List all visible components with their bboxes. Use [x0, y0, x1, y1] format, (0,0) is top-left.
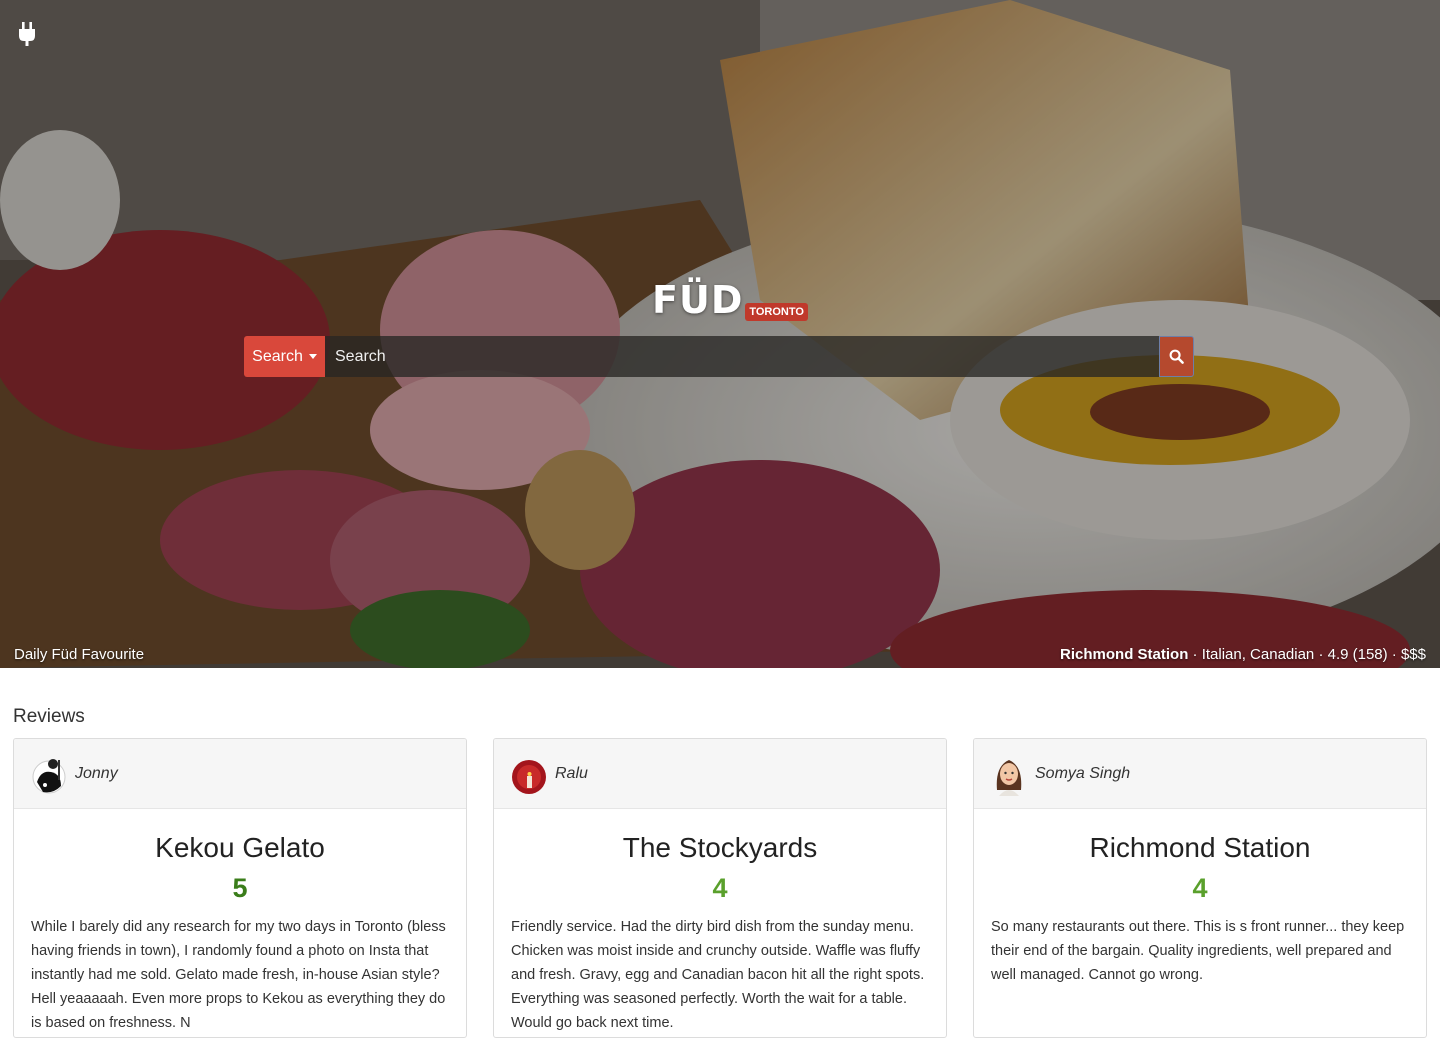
review-card-body: Richmond Station 4 So many restaurants o…	[974, 809, 1426, 987]
review-card[interactable]: Jonny Kekou Gelato 5 While I barely did …	[13, 738, 467, 1038]
avatar[interactable]	[31, 752, 67, 796]
reviews-heading: Reviews	[13, 706, 85, 727]
avatar[interactable]	[991, 752, 1027, 796]
search-type-dropdown[interactable]: Search	[244, 336, 325, 377]
daily-favourite-label: Daily Füd Favourite	[14, 646, 145, 663]
review-card-header: Somya Singh	[974, 739, 1426, 809]
search-input[interactable]	[325, 336, 1159, 377]
review-card[interactable]: Ralu The Stockyards 4 Friendly service. …	[493, 738, 947, 1038]
featured-restaurant-info: Richmond Station · Italian, Canadian · 4…	[1060, 646, 1426, 663]
hero-banner: FÜD TORONTO Search Daily Füd Favourite R…	[0, 0, 1440, 668]
review-card-body: Kekou Gelato 5 While I barely did any re…	[14, 809, 466, 1035]
avatar[interactable]	[511, 752, 547, 796]
review-restaurant-name[interactable]: Richmond Station	[991, 831, 1409, 865]
review-restaurant-name[interactable]: The Stockyards	[511, 831, 929, 865]
featured-restaurant-details: · Italian, Canadian · 4.9 (158) · $$$	[1188, 646, 1426, 663]
plug-icon[interactable]	[18, 22, 36, 46]
review-username[interactable]: Somya Singh	[1035, 765, 1130, 783]
review-text: Friendly service. Had the dirty bird dis…	[511, 919, 925, 1031]
review-rating: 4	[1192, 873, 1208, 903]
review-restaurant-name[interactable]: Kekou Gelato	[31, 831, 449, 865]
review-username[interactable]: Jonny	[75, 765, 118, 783]
review-username[interactable]: Ralu	[555, 765, 588, 783]
search-button[interactable]	[1159, 336, 1194, 377]
review-card-header: Jonny	[14, 739, 466, 809]
hero-overlay	[0, 0, 1440, 668]
review-text: So many restaurants out there. This is s…	[991, 919, 1405, 983]
review-card-header: Ralu	[494, 739, 946, 809]
review-card-body: The Stockyards 4 Friendly service. Had t…	[494, 809, 946, 1035]
review-text: While I barely did any research for my t…	[31, 919, 446, 1031]
search-dropdown-label: Search	[252, 347, 303, 365]
brand-logo[interactable]: FÜD TORONTO	[652, 278, 808, 322]
review-card[interactable]: Somya Singh Richmond Station 4 So many r…	[973, 738, 1427, 1038]
brand-name: FÜD	[652, 278, 744, 322]
review-rating: 4	[712, 873, 728, 903]
brand-city-badge: TORONTO	[745, 303, 808, 321]
featured-restaurant-link[interactable]: Richmond Station	[1060, 646, 1188, 663]
review-cards: Jonny Kekou Gelato 5 While I barely did …	[13, 738, 1427, 1038]
caret-down-icon	[308, 354, 317, 359]
review-rating: 5	[232, 873, 248, 903]
search-icon	[1169, 349, 1184, 364]
search-bar: Search	[244, 336, 1194, 377]
